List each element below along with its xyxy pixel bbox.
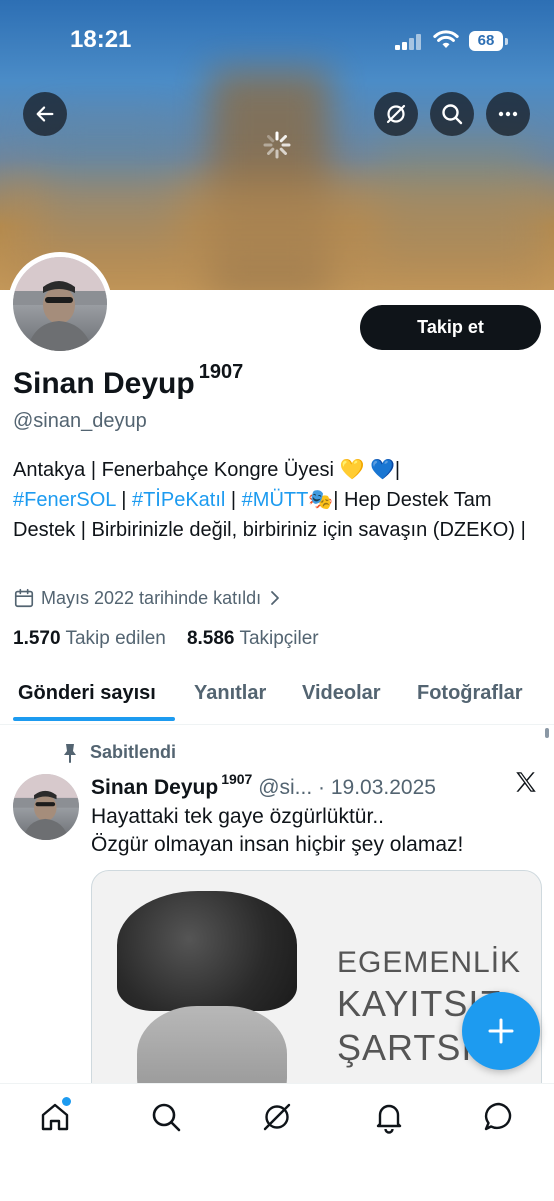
followers-link[interactable]: 8.586 Takipçiler: [187, 628, 319, 649]
battery-tip: [505, 38, 508, 45]
more-icon: [498, 111, 518, 117]
chevron-right-icon: [271, 591, 280, 605]
bio-separator: |: [115, 489, 132, 511]
image-hat: [117, 891, 297, 1011]
pin-icon: [64, 743, 76, 763]
tab-photos[interactable]: Fotoğraflar: [417, 682, 523, 705]
compose-button[interactable]: [462, 992, 540, 1070]
tweet-text: Hayattaki tek gaye özgürlüktür.. Özgür o…: [91, 805, 464, 856]
bio-separator: |: [225, 489, 242, 511]
tweet-handle-date: @si... · 19.03.2025: [258, 776, 436, 799]
messages-icon[interactable]: [482, 1100, 516, 1134]
display-name-suffix: 1907: [198, 361, 244, 383]
back-arrow-icon: [36, 106, 54, 122]
active-tab-indicator: [13, 717, 175, 721]
image-text-line1: EGEMENLİK: [337, 946, 522, 979]
display-name-text: Sinan Deyup: [13, 367, 195, 400]
tweet-image[interactable]: EGEMENLİK KAYITSIZ ŞARTSI: [91, 870, 542, 1102]
battery-indicator: 68: [469, 31, 503, 51]
more-button[interactable]: [486, 92, 530, 136]
signal-icon: [395, 34, 423, 50]
grok-button[interactable]: [374, 92, 418, 136]
tweet-author-name[interactable]: Sinan Deyup: [91, 776, 218, 799]
hashtag-tipekatil[interactable]: #TİPeKatıl: [132, 489, 225, 511]
follow-counts: 1.570 Takip edilen 8.586 Takipçiler: [13, 628, 319, 650]
tab-posts[interactable]: Gönderi sayısı: [18, 682, 156, 705]
loading-spinner-icon: [263, 131, 291, 159]
wifi-icon: [433, 30, 459, 48]
x-logo-icon: [516, 772, 536, 792]
search-icon[interactable]: [149, 1100, 183, 1134]
masks-emoji: 🎭: [308, 489, 334, 511]
image-text-line3: ŞARTSI: [337, 1027, 473, 1068]
followers-count: 8.586: [186, 628, 235, 649]
home-notification-dot: [62, 1097, 71, 1106]
avatar-photo: [13, 257, 107, 351]
grok-icon: [386, 104, 406, 124]
bell-icon[interactable]: [372, 1100, 406, 1134]
tweet-author-suffix: 1907: [221, 771, 253, 787]
hashtag-fenersol[interactable]: #FenerSOL: [13, 489, 116, 511]
profile-bio: Antakya | Fenerbahçe Kongre Üyesi 💛 💙| #…: [13, 455, 548, 545]
tweet-header: Sinan Deyup 1907 @si... · 19.03.2025: [91, 771, 436, 800]
following-label: Takip edilen: [65, 628, 166, 649]
joined-date[interactable]: Mayıs 2022 tarihinde katıldı: [13, 587, 283, 609]
search-icon: [442, 104, 463, 125]
pinned-label: Sabitlendi: [90, 742, 177, 762]
plus-icon: [488, 1018, 514, 1044]
following-link[interactable]: 1.570 Takip edilen: [13, 628, 166, 649]
following-count: 1.570: [13, 628, 61, 649]
calendar-icon: [14, 588, 34, 608]
pinned-indicator: Sabitlendi: [62, 742, 176, 763]
follow-button[interactable]: Takip et: [360, 305, 541, 350]
tweet-avatar-photo: [13, 774, 79, 840]
tab-replies[interactable]: Yanıtlar: [194, 682, 266, 705]
search-button[interactable]: [430, 92, 474, 136]
back-button[interactable]: [23, 92, 67, 136]
tab-videos[interactable]: Videolar: [302, 682, 381, 705]
profile-avatar[interactable]: [13, 257, 107, 351]
profile-display-name: Sinan Deyup 1907: [13, 361, 243, 401]
grok-icon[interactable]: [260, 1100, 294, 1134]
bio-line1: Antakya | Fenerbahçe Kongre Üyesi 💛 💙|: [13, 459, 401, 481]
status-time: 18:21: [70, 26, 132, 53]
hashtag-mutt[interactable]: #MÜTT: [242, 489, 309, 511]
profile-handle: @sinan_deyup: [13, 410, 147, 432]
scrollbar[interactable]: [545, 728, 549, 738]
tweet-avatar[interactable]: [13, 774, 79, 840]
joined-text: Mayıs 2022 tarihinde katıldı: [41, 587, 262, 608]
followers-label: Takipçiler: [239, 628, 319, 649]
